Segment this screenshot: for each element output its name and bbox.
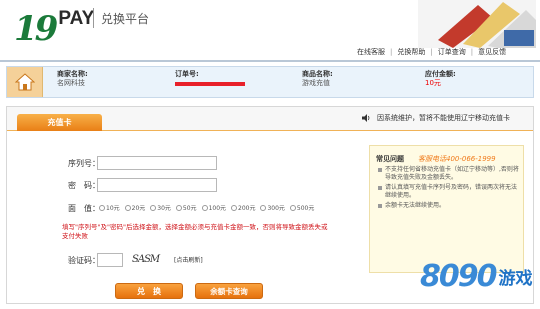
radio-icon [260,204,267,211]
denomination-options: 10元 20元 30元 50元 100元 200元 300元 500元 [99,203,319,212]
nav-order-query[interactable]: 订单查询 [433,47,471,57]
watermark: 8090 游戏 [420,262,533,292]
tab-recharge-card[interactable]: 充值卡 [17,114,102,131]
password-input[interactable] [97,178,217,192]
radio-icon [99,204,105,211]
amount-value: 10元 [425,79,441,87]
header-divider [0,60,540,62]
denomination-radio[interactable]: 500元 [289,203,315,212]
page: 19 PAY 兑换平台 在线客服 | 兑换帮助 | 订单查询 | 意见反馈 商家… [0,0,540,309]
denomination-value: 300元 [267,205,285,212]
denomination-value: 100元 [208,205,227,212]
denomination-value: 50元 [182,205,197,212]
logo: 19 PAY [14,6,94,46]
logo-name: PAY [58,8,95,29]
serial-input[interactable] [97,156,217,170]
home-icon[interactable] [7,67,43,97]
captcha-input[interactable] [97,253,123,267]
product-value: 游戏充值 [302,79,330,87]
denomination-value: 20元 [131,205,146,212]
help-item: 余额卡无法继续使用。 [378,202,520,210]
captcha-refresh-link[interactable]: [点击刷新] [174,255,203,264]
denomination-value: 30元 [157,205,171,212]
maintenance-notice: 因系统维护，暂将不能使用辽宁移动充值卡 [362,113,510,123]
serial-label: 序列号： [68,159,100,168]
warning-text: 填写"序列号"及"密码"后选择金额，选择金额必须与充值卡金额一致，否则将导致金额… [62,223,328,240]
order-number-label: 订单号: [175,70,199,78]
denomination-radio[interactable]: 30元 [150,203,171,212]
product-field: 商品名称: 游戏充值 [302,70,333,88]
product-label: 商品名称: [302,70,333,78]
denomination-radio[interactable]: 100元 [201,203,227,212]
radio-icon [289,204,296,211]
denomination-radio[interactable]: 10元 [99,203,120,212]
recharge-form: 序列号： 密 码： 面 值： 10元 20元 30元 50元 100元 200元… [7,131,367,305]
merchant-field: 商家名称: 名网科技 [57,70,88,88]
radio-icon [201,204,208,211]
platform-title: 兑换平台 [101,12,150,26]
help-item: 不支持任何省移动充值卡（如辽宁移动等）,否则将导致充值失败及金额丢失。 [378,166,520,182]
order-number-redacted [175,82,245,86]
logo-number: 19 [14,9,58,49]
radio-icon [124,204,131,211]
watermark-number: 8090 [420,259,497,294]
nav-exchange-help[interactable]: 兑换帮助 [392,47,430,57]
speaker-icon [362,114,370,122]
notice-text: 因系统维护，暂将不能使用辽宁移动充值卡 [377,114,510,122]
balance-query-button[interactable]: 余额卡查询 [195,283,263,299]
order-info-bar: 商家名称: 名网科技 订单号: 商品名称: 游戏充值 应付金额: 10元 [6,66,534,98]
amount-label: 应付金额: [425,70,456,78]
watermark-text: 游戏 [498,269,533,289]
help-box: 常见问题 客服电话400-066-1999 不支持任何省移动充值卡（如辽宁移动等… [369,145,524,273]
denomination-radio[interactable]: 200元 [231,203,255,212]
denomination-radio[interactable]: 300元 [260,203,285,212]
radio-icon [150,204,157,211]
denomination-label: 面 值： [68,204,100,213]
denomination-value: 500元 [296,205,315,212]
nav-online-service[interactable]: 在线客服 [352,47,390,57]
help-title: 常见问题 [376,155,404,163]
denomination-radio[interactable]: 50元 [175,203,197,212]
help-phone: 客服电话400-066-1999 [418,155,496,163]
denomination-value: 10元 [106,205,120,212]
denomination-value: 200元 [238,205,256,212]
radio-icon [231,204,238,211]
merchant-label: 商家名称: [57,70,88,78]
amount-field: 应付金额: 10元 [425,70,456,88]
header: 19 PAY 兑换平台 在线客服 | 兑换帮助 | 订单查询 | 意见反馈 [0,0,540,62]
order-number-field: 订单号: [175,70,199,79]
house-icon [14,73,35,91]
tab-bar: 充值卡 因系统维护，暂将不能使用辽宁移动充值卡 [7,107,533,131]
help-list: 不支持任何省移动充值卡（如辽宁移动等）,否则将导致充值失败及金额丢失。 请认真填… [378,166,520,212]
logo-divider [93,8,94,28]
cards-illustration [418,0,536,48]
top-nav: 在线客服 | 兑换帮助 | 订单查询 | 意见反馈 [352,46,511,58]
submit-button[interactable]: 兑 换 [115,283,183,299]
radio-icon [175,204,182,211]
captcha-image: SASM [132,254,160,265]
help-item: 请认真填写充值卡序列号及密码，错误两次将无法继续使用。 [378,184,520,200]
captcha-label: 验证码： [68,256,100,265]
denomination-radio[interactable]: 20元 [124,203,146,212]
merchant-value: 名网科技 [57,79,85,87]
password-label: 密 码： [68,181,100,190]
nav-feedback[interactable]: 意见反馈 [473,47,511,57]
